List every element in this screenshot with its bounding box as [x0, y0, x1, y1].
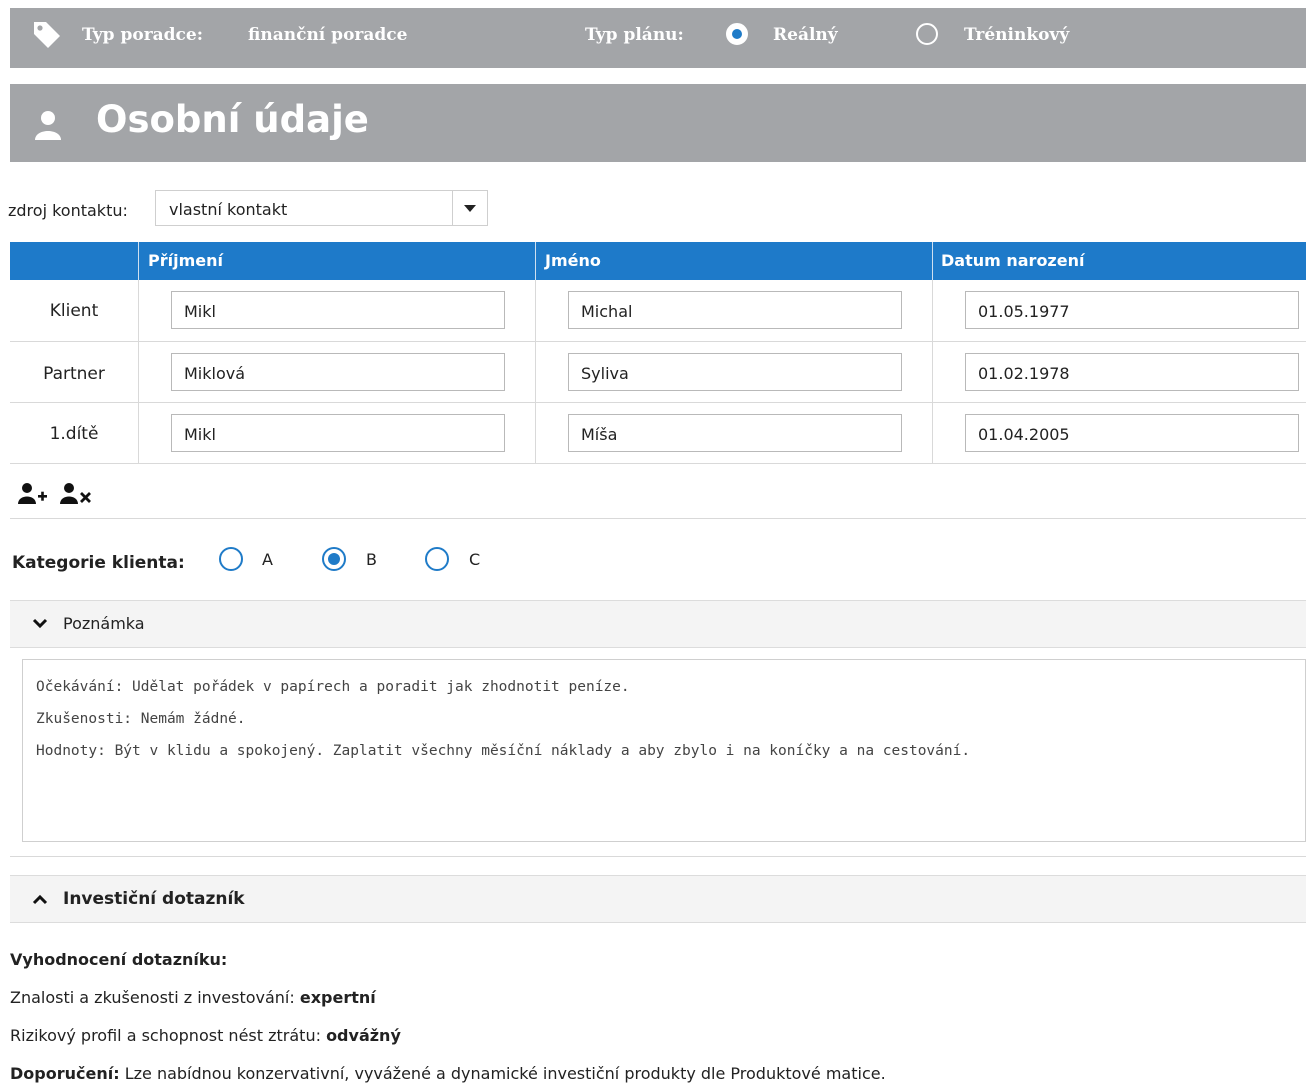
category-label-b[interactable]: B: [366, 550, 377, 569]
risk-label: Rizikový profil a schopnost nést ztrátu:: [10, 1026, 321, 1045]
recommendation-text: Lze nabídnou konzervativní, vyvážené a d…: [124, 1064, 886, 1083]
category-label-c[interactable]: C: [469, 550, 480, 569]
name-input-partner[interactable]: Syliva: [568, 353, 902, 391]
note-accordion-header[interactable]: Poznámka: [10, 600, 1306, 648]
note-line-3: Hodnoty: Být v klidu a spokojený. Zaplat…: [36, 743, 971, 759]
top-bar: Typ poradce: finanční poradce Typ plánu:…: [10, 8, 1306, 68]
knowledge-label: Znalosti a zkušenosti z investování:: [10, 988, 295, 1007]
page-title: Osobní údaje: [96, 98, 369, 141]
note-line-1: Očekávání: Udělat pořádek v papírech a p…: [36, 679, 630, 695]
chevron-down-icon: [32, 616, 48, 635]
contact-source-select[interactable]: vlastní kontakt: [155, 190, 488, 226]
name-input-client[interactable]: Michal: [568, 291, 902, 329]
plan-real-label[interactable]: Reálný: [773, 25, 838, 45]
plan-training-label[interactable]: Tréninkový: [964, 25, 1069, 45]
birthdate-input-client[interactable]: 01.05.1977: [965, 291, 1299, 329]
advisor-type-label: Typ poradce:: [82, 25, 203, 45]
category-radio-c[interactable]: [425, 547, 449, 571]
header-name: Jméno: [545, 251, 601, 270]
plan-real-radio[interactable]: [726, 23, 748, 45]
birthdate-input-child[interactable]: 01.04.2005: [965, 414, 1299, 452]
row-label-client: Klient: [49, 301, 99, 321]
recommendation-line: Doporučení: Lze nabídnou konzervativní, …: [10, 1064, 886, 1083]
knowledge-line: Znalosti a zkušenosti z investování: exp…: [10, 988, 376, 1007]
birthdate-input-partner[interactable]: 01.02.1978: [965, 353, 1299, 391]
chevron-up-icon: [32, 891, 48, 910]
evaluation-title: Vyhodnocení dotazníku:: [10, 950, 228, 969]
row-label-child: 1.dítě: [49, 424, 99, 444]
risk-value: odvážný: [326, 1026, 401, 1045]
knowledge-value: expertní: [299, 988, 376, 1007]
plan-type-label: Typ plánu:: [585, 25, 684, 45]
client-category-label: Kategorie klienta:: [12, 553, 185, 573]
user-icon: [33, 110, 63, 144]
surname-input-client[interactable]: Mikl: [171, 291, 505, 329]
contact-source-label: zdroj kontaktu:: [8, 201, 128, 220]
chevron-down-icon[interactable]: [452, 191, 487, 225]
category-label-a[interactable]: A: [262, 550, 273, 569]
questionnaire-header-label: Investiční dotazník: [63, 889, 245, 909]
row-label-partner: Partner: [43, 364, 105, 384]
note-line-2: Zkušenosti: Nemám žádné.: [36, 711, 246, 727]
contact-source-value: vlastní kontakt: [169, 200, 288, 219]
header-surname: Příjmení: [148, 251, 223, 270]
name-input-child[interactable]: Míša: [568, 414, 902, 452]
tag-icon: [32, 20, 62, 54]
category-radio-a[interactable]: [219, 547, 243, 571]
surname-input-child[interactable]: Mikl: [171, 414, 505, 452]
recommendation-label: Doporučení:: [10, 1064, 120, 1083]
advisor-type-value: finanční poradce: [248, 25, 408, 45]
note-header-label: Poznámka: [63, 614, 145, 633]
risk-line: Rizikový profil a schopnost nést ztrátu:…: [10, 1026, 401, 1045]
section-header: Osobní údaje: [10, 84, 1306, 162]
add-person-icon[interactable]: [18, 482, 48, 510]
category-radio-b[interactable]: [322, 547, 346, 571]
surname-input-partner[interactable]: Miklová: [171, 353, 505, 391]
plan-training-radio[interactable]: [916, 23, 938, 45]
persons-table-header: Příjmení Jméno Datum narození: [10, 242, 1306, 280]
remove-person-icon[interactable]: [60, 482, 94, 510]
questionnaire-accordion-header[interactable]: Investiční dotazník: [10, 875, 1306, 923]
header-birthdate: Datum narození: [941, 251, 1085, 270]
